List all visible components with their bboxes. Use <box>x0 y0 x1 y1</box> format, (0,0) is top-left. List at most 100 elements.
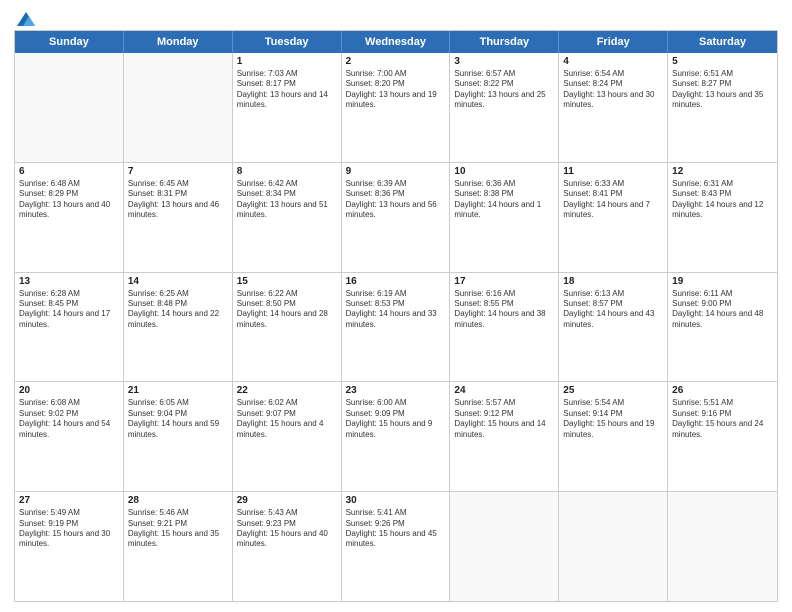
day-number: 27 <box>19 495 119 506</box>
day-cell-4: 4 Sunrise: 6:54 AM Sunset: 8:24 PM Daylig… <box>559 53 668 162</box>
day-cell-22: 22Sunrise: 6:02 AM Sunset: 9:07 PM Dayli… <box>233 382 342 491</box>
day-info: Sunrise: 6:51 AM Sunset: 8:27 PM Dayligh… <box>672 69 773 111</box>
day-number: 1 <box>237 56 337 67</box>
empty-cell <box>15 53 124 162</box>
day-number: 6 <box>19 166 119 177</box>
day-number: 25 <box>563 385 663 396</box>
day-info: Sunrise: 6:54 AM Sunset: 8:24 PM Dayligh… <box>563 69 663 111</box>
calendar-header: SundayMondayTuesdayWednesdayThursdayFrid… <box>15 31 777 53</box>
day-number: 19 <box>672 276 773 287</box>
day-info: Sunrise: 7:00 AM Sunset: 8:20 PM Dayligh… <box>346 69 446 111</box>
day-number: 30 <box>346 495 446 506</box>
day-info: Sunrise: 5:51 AM Sunset: 9:16 PM Dayligh… <box>672 398 773 440</box>
day-number: 3 <box>454 56 554 67</box>
day-info: Sunrise: 5:57 AM Sunset: 9:12 PM Dayligh… <box>454 398 554 440</box>
week-row-5: 27 Sunrise: 5:49 AM Sunset: 9:19 PM Dayli… <box>15 492 777 601</box>
day-info: Sunrise: 6:13 AM Sunset: 8:57 PM Dayligh… <box>563 289 663 331</box>
day-number: 2 <box>346 56 446 67</box>
day-number: 28 <box>128 495 228 506</box>
day-number: 5 <box>672 56 773 67</box>
day-cell-6: 6 Sunrise: 6:48 AM Sunset: 8:29 PM Daylig… <box>15 163 124 272</box>
day-info: Sunrise: 6:00 AM Sunset: 9:09 PM Dayligh… <box>346 398 446 440</box>
day-info: Sunrise: 5:54 AM Sunset: 9:14 PM Dayligh… <box>563 398 663 440</box>
day-cell-20: 20 Sunrise: 6:08 AM Sunset: 9:02 PM Dayli… <box>15 382 124 491</box>
day-number: 17 <box>454 276 554 287</box>
day-info: Sunrise: 6:36 AM Sunset: 8:38 PM Dayligh… <box>454 179 554 221</box>
day-cell-27: 27 Sunrise: 5:49 AM Sunset: 9:19 PM Dayli… <box>15 492 124 601</box>
day-cell-24: 24 Sunrise: 5:57 AM Sunset: 9:12 PM Dayli… <box>450 382 559 491</box>
day-info: Sunrise: 6:11 AM Sunset: 9:00 PM Dayligh… <box>672 289 773 331</box>
day-info: Sunrise: 6:22 AM Sunset: 8:50 PM Dayligh… <box>237 289 337 331</box>
day-number: 26 <box>672 385 773 396</box>
day-number: 13 <box>19 276 119 287</box>
day-info: Sunrise: 6:28 AM Sunset: 8:45 PM Dayligh… <box>19 289 119 331</box>
day-cell-2: 2 Sunrise: 7:00 AM Sunset: 8:20 PM Daylig… <box>342 53 451 162</box>
day-cell-11: 11Sunrise: 6:33 AM Sunset: 8:41 PM Dayli… <box>559 163 668 272</box>
empty-cell <box>559 492 668 601</box>
day-number: 12 <box>672 166 773 177</box>
day-cell-9: 9 Sunrise: 6:39 AM Sunset: 8:36 PM Daylig… <box>342 163 451 272</box>
day-info: Sunrise: 6:02 AM Sunset: 9:07 PM Dayligh… <box>237 398 337 440</box>
day-cell-3: 3 Sunrise: 6:57 AM Sunset: 8:22 PM Daylig… <box>450 53 559 162</box>
day-info: Sunrise: 5:49 AM Sunset: 9:19 PM Dayligh… <box>19 508 119 550</box>
day-number: 21 <box>128 385 228 396</box>
day-number: 23 <box>346 385 446 396</box>
day-cell-15: 15Sunrise: 6:22 AM Sunset: 8:50 PM Dayli… <box>233 273 342 382</box>
page: SundayMondayTuesdayWednesdayThursdayFrid… <box>0 0 792 612</box>
day-number: 29 <box>237 495 337 506</box>
day-info: Sunrise: 6:45 AM Sunset: 8:31 PM Dayligh… <box>128 179 228 221</box>
day-number: 20 <box>19 385 119 396</box>
day-info: Sunrise: 6:08 AM Sunset: 9:02 PM Dayligh… <box>19 398 119 440</box>
day-cell-30: 30Sunrise: 5:41 AM Sunset: 9:26 PM Dayli… <box>342 492 451 601</box>
day-info: Sunrise: 6:57 AM Sunset: 8:22 PM Dayligh… <box>454 69 554 111</box>
day-number: 11 <box>563 166 663 177</box>
day-cell-1: 1 Sunrise: 7:03 AM Sunset: 8:17 PM Daylig… <box>233 53 342 162</box>
day-number: 4 <box>563 56 663 67</box>
day-info: Sunrise: 6:16 AM Sunset: 8:55 PM Dayligh… <box>454 289 554 331</box>
day-header-tuesday: Tuesday <box>233 31 342 53</box>
day-number: 14 <box>128 276 228 287</box>
day-info: Sunrise: 5:46 AM Sunset: 9:21 PM Dayligh… <box>128 508 228 550</box>
day-number: 18 <box>563 276 663 287</box>
day-cell-28: 28 Sunrise: 5:46 AM Sunset: 9:21 PM Dayli… <box>124 492 233 601</box>
day-cell-21: 21 Sunrise: 6:05 AM Sunset: 9:04 PM Dayli… <box>124 382 233 491</box>
logo-icon <box>15 10 37 28</box>
day-cell-23: 23 Sunrise: 6:00 AM Sunset: 9:09 PM Dayli… <box>342 382 451 491</box>
day-cell-10: 10Sunrise: 6:36 AM Sunset: 8:38 PM Dayli… <box>450 163 559 272</box>
day-info: Sunrise: 7:03 AM Sunset: 8:17 PM Dayligh… <box>237 69 337 111</box>
logo <box>14 10 38 24</box>
header <box>14 10 778 24</box>
day-header-wednesday: Wednesday <box>342 31 451 53</box>
day-number: 24 <box>454 385 554 396</box>
empty-cell <box>668 492 777 601</box>
day-cell-7: 7 Sunrise: 6:45 AM Sunset: 8:31 PM Daylig… <box>124 163 233 272</box>
week-row-3: 13 Sunrise: 6:28 AM Sunset: 8:45 PM Dayli… <box>15 273 777 383</box>
day-cell-25: 25 Sunrise: 5:54 AM Sunset: 9:14 PM Dayli… <box>559 382 668 491</box>
calendar: SundayMondayTuesdayWednesdayThursdayFrid… <box>14 30 778 602</box>
day-header-sunday: Sunday <box>15 31 124 53</box>
week-row-4: 20 Sunrise: 6:08 AM Sunset: 9:02 PM Dayli… <box>15 382 777 492</box>
day-cell-5: 5 Sunrise: 6:51 AM Sunset: 8:27 PM Daylig… <box>668 53 777 162</box>
day-number: 9 <box>346 166 446 177</box>
day-info: Sunrise: 6:31 AM Sunset: 8:43 PM Dayligh… <box>672 179 773 221</box>
day-cell-26: 26 Sunrise: 5:51 AM Sunset: 9:16 PM Dayli… <box>668 382 777 491</box>
day-cell-18: 18 Sunrise: 6:13 AM Sunset: 8:57 PM Dayli… <box>559 273 668 382</box>
day-cell-14: 14 Sunrise: 6:25 AM Sunset: 8:48 PM Dayli… <box>124 273 233 382</box>
week-row-1: 1 Sunrise: 7:03 AM Sunset: 8:17 PM Daylig… <box>15 53 777 163</box>
day-header-saturday: Saturday <box>668 31 777 53</box>
day-info: Sunrise: 6:48 AM Sunset: 8:29 PM Dayligh… <box>19 179 119 221</box>
day-header-friday: Friday <box>559 31 668 53</box>
day-info: Sunrise: 6:39 AM Sunset: 8:36 PM Dayligh… <box>346 179 446 221</box>
day-number: 8 <box>237 166 337 177</box>
day-cell-12: 12 Sunrise: 6:31 AM Sunset: 8:43 PM Dayli… <box>668 163 777 272</box>
day-number: 7 <box>128 166 228 177</box>
empty-cell <box>450 492 559 601</box>
day-info: Sunrise: 6:05 AM Sunset: 9:04 PM Dayligh… <box>128 398 228 440</box>
day-info: Sunrise: 5:43 AM Sunset: 9:23 PM Dayligh… <box>237 508 337 550</box>
day-info: Sunrise: 6:25 AM Sunset: 8:48 PM Dayligh… <box>128 289 228 331</box>
calendar-body: 1 Sunrise: 7:03 AM Sunset: 8:17 PM Daylig… <box>15 53 777 601</box>
day-header-monday: Monday <box>124 31 233 53</box>
day-cell-19: 19 Sunrise: 6:11 AM Sunset: 9:00 PM Dayli… <box>668 273 777 382</box>
day-info: Sunrise: 6:19 AM Sunset: 8:53 PM Dayligh… <box>346 289 446 331</box>
day-cell-8: 8Sunrise: 6:42 AM Sunset: 8:34 PM Daylig… <box>233 163 342 272</box>
